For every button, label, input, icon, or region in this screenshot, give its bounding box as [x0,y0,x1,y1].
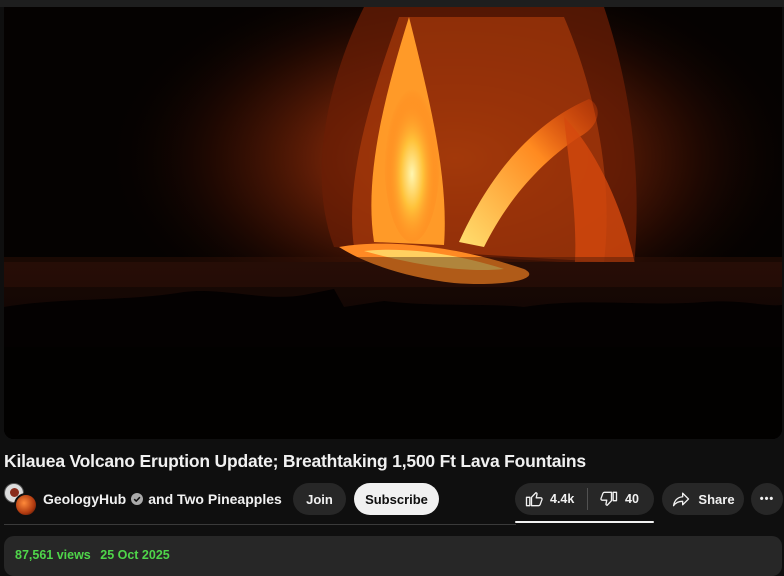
channel-avatars[interactable] [4,483,38,517]
like-dislike-group: 4.4k 40 [515,483,654,515]
owner-row: GeologyHub and Two Pineapples [4,481,282,517]
collab-text[interactable]: and Two Pineapples [148,491,282,507]
video-player[interactable] [4,7,782,439]
join-button[interactable]: Join [293,483,346,515]
share-label: Share [698,491,735,507]
video-frame-lava-fountain [4,7,782,439]
subscribe-button[interactable]: Subscribe [354,483,439,515]
more-actions-button[interactable]: ••• [751,483,783,515]
more-horizontal-icon: ••• [759,493,775,505]
like-count: 4.4k [550,492,575,506]
dislike-count: 40 [625,492,639,506]
dislike-button[interactable]: 40 [588,483,639,515]
view-count: 87,561 views [15,548,91,562]
share-arrow-icon [673,492,690,507]
share-button[interactable]: Share [662,483,744,515]
video-meta: 87,561 views 25 Oct 2025 [15,548,170,562]
like-button[interactable]: 4.4k [515,483,587,515]
verified-check-icon [131,493,144,505]
upload-date: 25 Oct 2025 [100,548,170,562]
like-underline [515,521,654,523]
thumbs-down-icon [600,491,618,506]
top-bar [0,0,784,7]
video-title: Kilauea Volcano Eruption Update; Breatht… [4,451,586,471]
thumbs-up-icon [525,492,543,507]
actions-separator [4,524,516,525]
channel-name-row[interactable]: GeologyHub and Two Pineapples [43,491,282,507]
channel-name[interactable]: GeologyHub [43,491,126,507]
avatar-two-pineapples[interactable] [14,493,38,517]
